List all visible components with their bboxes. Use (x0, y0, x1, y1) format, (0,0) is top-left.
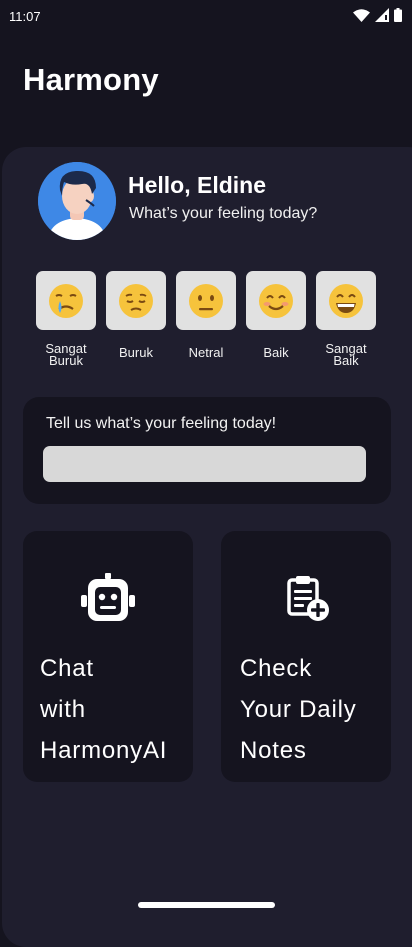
mood-label: Sangat Baik (325, 341, 367, 368)
mood-option-netral[interactable]: Netral (176, 271, 236, 359)
feeling-card: Tell us what’s your feeling today! (23, 397, 391, 504)
app-title: Harmony (23, 62, 159, 97)
mood-button[interactable] (176, 271, 236, 330)
status-icons (353, 8, 402, 22)
smiling-face-icon (259, 283, 293, 318)
mood-button[interactable] (316, 271, 376, 330)
mood-option-sangat-buruk[interactable]: Sangat Buruk (36, 271, 96, 367)
mood-option-buruk[interactable]: Buruk (106, 271, 166, 359)
mood-label: Baik (263, 345, 289, 360)
neutral-face-icon (189, 283, 223, 318)
mood-label: Netral (188, 345, 224, 360)
chat-harmonyai-card[interactable]: Chat with HarmonyAI (23, 531, 193, 782)
home-indicator[interactable] (138, 902, 275, 908)
mood-button[interactable] (36, 271, 96, 330)
daily-notes-card[interactable]: Check Your Daily Notes (221, 531, 391, 782)
mood-option-baik[interactable]: Baik (246, 271, 306, 359)
feeling-prompt: Tell us what’s your feeling today! (46, 415, 277, 432)
battery-icon (394, 8, 402, 22)
clipboard-add-icon (277, 569, 337, 629)
grinning-face-icon (329, 283, 363, 318)
greeting-subtitle: What’s your feeling today? (129, 205, 318, 222)
mood-label: Buruk (119, 345, 153, 360)
mood-label: Sangat Buruk (45, 341, 87, 368)
crying-face-icon (49, 283, 83, 318)
cell-signal-icon (375, 8, 389, 22)
pensive-face-icon (119, 283, 153, 318)
mood-option-sangat-baik[interactable]: Sangat Baik (316, 271, 376, 367)
greeting: Hello, Eldine (128, 172, 267, 198)
mood-button[interactable] (106, 271, 166, 330)
mood-button[interactable] (246, 271, 306, 330)
wifi-icon (353, 8, 370, 22)
robot-icon (78, 569, 138, 629)
feeling-input[interactable] (43, 446, 366, 482)
status-bar: 11:07 (0, 0, 412, 32)
status-time: 11:07 (9, 9, 41, 24)
chat-harmonyai-label: Chat with HarmonyAI (40, 655, 168, 764)
daily-notes-label: Check Your Daily Notes (240, 655, 357, 764)
avatar-icon[interactable] (38, 162, 116, 240)
